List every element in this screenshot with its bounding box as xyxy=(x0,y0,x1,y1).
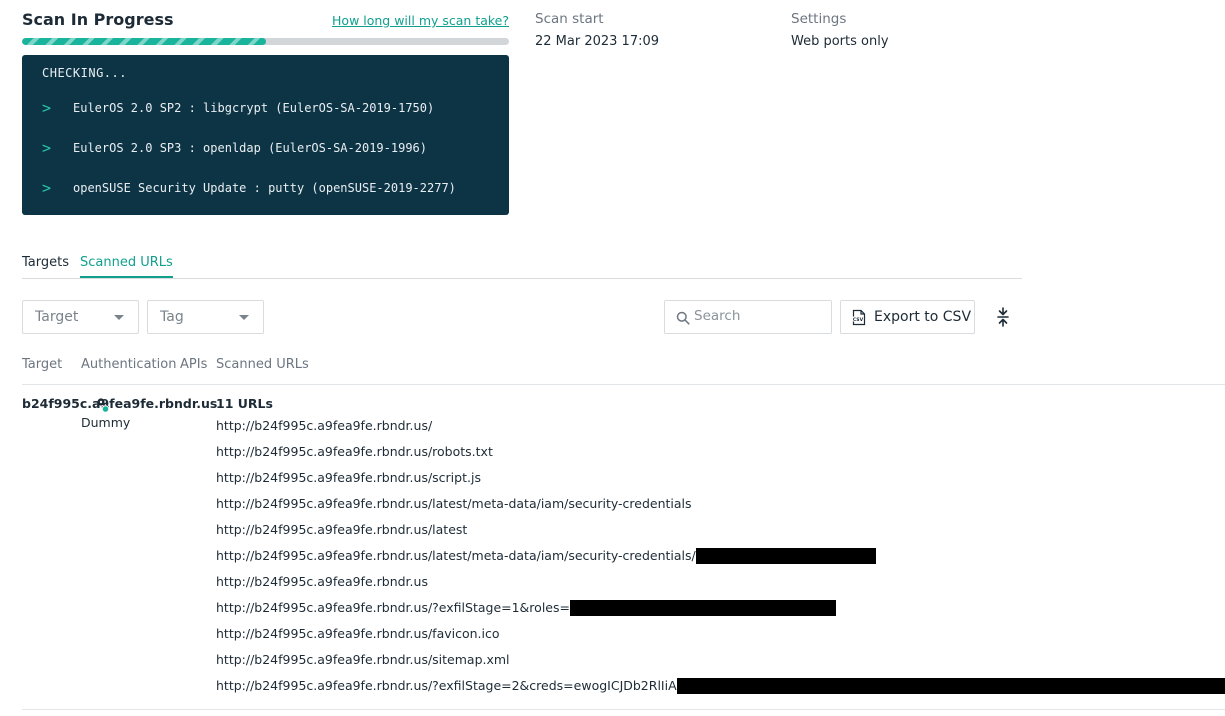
console-line-text: EulerOS 2.0 SP2 : libgcrypt (EulerOS-SA-… xyxy=(73,101,435,115)
row-authentication: Dummy xyxy=(81,415,131,430)
redacted-block xyxy=(676,678,1225,694)
scanned-url: http://b24f995c.a9fea9fe.rbndr.us/latest xyxy=(216,522,468,537)
scan-duration-help-link[interactable]: How long will my scan take? xyxy=(332,13,509,28)
scanned-url: http://b24f995c.a9fea9fe.rbndr.us/latest… xyxy=(216,548,696,563)
chevron-right-icon: > xyxy=(42,179,52,197)
scanned-url: http://b24f995c.a9fea9fe.rbndr.us/?exfil… xyxy=(216,678,677,693)
redacted-block xyxy=(569,600,836,616)
row-url-count: 11 URLs xyxy=(216,396,273,411)
chevron-right-icon: > xyxy=(42,99,52,117)
scanned-url: http://b24f995c.a9fea9fe.rbndr.us/latest… xyxy=(216,496,692,511)
tag-filter-dropdown[interactable]: Tag xyxy=(147,300,264,334)
console-heading: CHECKING... xyxy=(42,66,127,80)
list-item: http://b24f995c.a9fea9fe.rbndr.us/ xyxy=(216,418,1225,444)
redacted-block xyxy=(695,548,876,564)
column-header-authentication[interactable]: Authentication xyxy=(81,357,176,372)
scan-start-value: 22 Mar 2023 17:09 xyxy=(535,34,660,49)
column-header-apis[interactable]: APIs xyxy=(180,357,207,372)
settings-label: Settings xyxy=(791,11,847,27)
export-csv-button[interactable]: CSV Export to CSV xyxy=(840,300,975,334)
chevron-down-icon xyxy=(239,315,249,320)
export-csv-label: Export to CSV xyxy=(874,309,972,325)
list-item: http://b24f995c.a9fea9fe.rbndr.us/latest… xyxy=(216,496,1225,522)
search-icon xyxy=(676,311,690,325)
settings-value: Web ports only xyxy=(791,34,889,49)
target-filter-dropdown[interactable]: Target xyxy=(22,300,139,334)
csv-file-icon: CSV xyxy=(852,309,866,326)
scan-progress-fill xyxy=(22,38,266,45)
collapse-rows-icon[interactable] xyxy=(994,307,1012,327)
list-item: http://b24f995c.a9fea9fe.rbndr.us/robots… xyxy=(216,444,1225,470)
key-status-icon xyxy=(97,398,110,413)
svg-text:CSV: CSV xyxy=(853,317,864,323)
scan-start-label: Scan start xyxy=(535,11,604,27)
row-target-host: b24f995c.a9fea9fe.rbndr.us xyxy=(22,396,218,411)
list-item: http://b24f995c.a9fea9fe.rbndr.us/latest xyxy=(216,522,1225,548)
scanned-url: http://b24f995c.a9fea9fe.rbndr.us/sitema… xyxy=(216,652,510,667)
console-line-text: openSUSE Security Update : putty (openSU… xyxy=(73,181,456,195)
list-item: http://b24f995c.a9fea9fe.rbndr.us/?exfil… xyxy=(216,678,1225,704)
scanned-url: http://b24f995c.a9fea9fe.rbndr.us/ xyxy=(216,418,433,433)
tab-scanned-urls[interactable]: Scanned URLs xyxy=(80,255,173,278)
list-item: http://b24f995c.a9fea9fe.rbndr.us/?exfil… xyxy=(216,600,1225,626)
scan-title: Scan In Progress xyxy=(22,10,174,29)
console-line-text: EulerOS 2.0 SP3 : openldap (EulerOS-SA-2… xyxy=(73,141,428,155)
table-row-divider xyxy=(22,709,1225,710)
table-header-divider xyxy=(22,384,1225,385)
console-line: > openSUSE Security Update : putty (open… xyxy=(42,179,456,197)
scan-progress-bar xyxy=(22,38,509,45)
list-item: http://b24f995c.a9fea9fe.rbndr.us/latest… xyxy=(216,548,1225,574)
results-tabs: Targets Scanned URLs xyxy=(22,255,1022,279)
tab-targets[interactable]: Targets xyxy=(22,255,69,278)
chevron-down-icon xyxy=(114,315,124,320)
console-line: > EulerOS 2.0 SP2 : libgcrypt (EulerOS-S… xyxy=(42,99,434,117)
scanned-url: http://b24f995c.a9fea9fe.rbndr.us/script… xyxy=(216,470,481,485)
search-box[interactable] xyxy=(664,300,832,334)
scanned-url: http://b24f995c.a9fea9fe.rbndr.us/?exfil… xyxy=(216,600,570,615)
scanned-url-list: http://b24f995c.a9fea9fe.rbndr.us/ http:… xyxy=(216,418,1225,704)
scanned-url: http://b24f995c.a9fea9fe.rbndr.us/robots… xyxy=(216,444,493,459)
list-item: http://b24f995c.a9fea9fe.rbndr.us/script… xyxy=(216,470,1225,496)
console-line: > EulerOS 2.0 SP3 : openldap (EulerOS-SA… xyxy=(42,139,427,157)
column-header-target[interactable]: Target xyxy=(22,357,62,372)
scanned-url: http://b24f995c.a9fea9fe.rbndr.us/favico… xyxy=(216,626,500,641)
list-item: http://b24f995c.a9fea9fe.rbndr.us/sitema… xyxy=(216,652,1225,678)
search-input[interactable] xyxy=(694,308,824,324)
column-header-scanned-urls[interactable]: Scanned URLs xyxy=(216,357,309,372)
list-item: http://b24f995c.a9fea9fe.rbndr.us/favico… xyxy=(216,626,1225,652)
list-item: http://b24f995c.a9fea9fe.rbndr.us xyxy=(216,574,1225,600)
scan-console: CHECKING... > EulerOS 2.0 SP2 : libgcryp… xyxy=(22,55,509,215)
scanned-url: http://b24f995c.a9fea9fe.rbndr.us xyxy=(216,574,428,589)
target-filter-label: Target xyxy=(35,309,79,325)
chevron-right-icon: > xyxy=(42,139,52,157)
tag-filter-label: Tag xyxy=(160,309,184,325)
